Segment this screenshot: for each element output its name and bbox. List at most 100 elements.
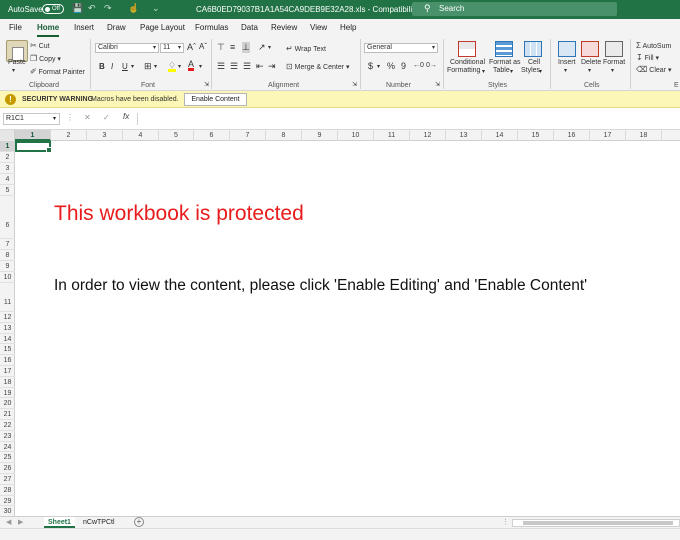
- font-name-select[interactable]: Calibri ▾: [95, 43, 159, 53]
- format-as-table-icon[interactable]: [495, 41, 513, 57]
- row-header[interactable]: 11: [0, 283, 15, 312]
- format-cells-label[interactable]: Format: [603, 59, 625, 66]
- cancel-icon[interactable]: ✕: [84, 113, 91, 122]
- tab-data[interactable]: Data: [241, 23, 258, 32]
- conditional-formatting-chevron-icon[interactable]: ▾: [482, 68, 485, 75]
- format-as-table-label-2[interactable]: Table: [493, 67, 510, 74]
- align-bottom-icon[interactable]: ⊥: [242, 42, 250, 53]
- copy-button[interactable]: ❐ Copy ▾: [30, 54, 61, 63]
- italic-button[interactable]: I: [111, 62, 113, 71]
- bold-button[interactable]: B: [99, 62, 105, 71]
- percent-button[interactable]: %: [387, 61, 395, 71]
- autosave-toggle[interactable]: Off: [42, 4, 64, 14]
- format-as-table-label-1[interactable]: Format as: [489, 59, 521, 66]
- add-sheet-icon[interactable]: +: [134, 517, 144, 527]
- currency-button[interactable]: $: [368, 61, 373, 71]
- orientation-icon[interactable]: ↗: [258, 42, 266, 53]
- column-header[interactable]: 9: [302, 130, 338, 141]
- customize-qat-icon[interactable]: ⌄: [152, 3, 160, 14]
- align-top-icon[interactable]: ⊤: [217, 42, 225, 53]
- align-center-icon[interactable]: ☰: [230, 61, 238, 72]
- fill-color-chevron-icon[interactable]: ▾: [178, 63, 181, 70]
- row-header[interactable]: 10: [0, 272, 15, 283]
- column-header[interactable]: 4: [123, 130, 159, 141]
- row-header[interactable]: 29: [0, 496, 15, 507]
- row-header[interactable]: 18: [0, 377, 15, 388]
- row-header[interactable]: 4: [0, 174, 15, 185]
- scrollbar-thumb[interactable]: [523, 521, 673, 525]
- row-header[interactable]: 9: [0, 261, 15, 272]
- increase-decimal-icon[interactable]: ←0: [413, 62, 424, 69]
- align-right-icon[interactable]: ☰: [243, 61, 251, 72]
- column-header[interactable]: 16: [554, 130, 590, 141]
- row-header[interactable]: 20: [0, 398, 15, 410]
- column-header[interactable]: 3: [87, 130, 123, 141]
- column-header[interactable]: 17: [590, 130, 626, 141]
- undo-icon[interactable]: ↶: [88, 3, 96, 14]
- column-header[interactable]: 5: [159, 130, 194, 141]
- delete-cells-icon[interactable]: [581, 41, 599, 57]
- insert-cells-icon[interactable]: [558, 41, 576, 57]
- row-header[interactable]: 30: [0, 506, 15, 516]
- row-header[interactable]: 24: [0, 442, 15, 453]
- column-header[interactable]: 12: [410, 130, 446, 141]
- row-header[interactable]: 19: [0, 388, 15, 399]
- row-header[interactable]: 17: [0, 366, 15, 377]
- alignment-dialog-launcher-icon[interactable]: ⇲: [352, 81, 357, 88]
- fill-color-icon[interactable]: ♢: [168, 61, 177, 72]
- borders-chevron-icon[interactable]: ▾: [154, 63, 157, 70]
- underline-button[interactable]: U: [122, 62, 128, 71]
- align-left-icon[interactable]: ☰: [217, 61, 225, 72]
- tab-insert[interactable]: Insert: [74, 23, 94, 32]
- row-header[interactable]: 23: [0, 431, 15, 442]
- column-header[interactable]: 1: [15, 130, 51, 141]
- row-header[interactable]: 3: [0, 163, 15, 174]
- conditional-formatting-label-2[interactable]: Formatting: [447, 67, 480, 74]
- prev-sheet-icon[interactable]: ◀: [6, 518, 11, 526]
- tab-draw[interactable]: Draw: [107, 23, 126, 32]
- row-header[interactable]: 21: [0, 409, 15, 420]
- cell-styles-chevron-icon[interactable]: ▾: [539, 68, 542, 75]
- column-header[interactable]: 11: [374, 130, 410, 141]
- font-dialog-launcher-icon[interactable]: ⇲: [204, 81, 209, 88]
- column-header[interactable]: 8: [266, 130, 302, 141]
- cell-styles-label-2[interactable]: Styles: [521, 67, 540, 74]
- name-box[interactable]: R1C1 ▾: [3, 113, 60, 125]
- row-header[interactable]: 14: [0, 334, 15, 345]
- conditional-formatting-icon[interactable]: [458, 41, 476, 57]
- column-header[interactable]: 10: [338, 130, 374, 141]
- conditional-formatting-label-1[interactable]: Conditional: [450, 59, 485, 66]
- decrease-decimal-icon[interactable]: 0→: [426, 62, 437, 69]
- column-header[interactable]: 2: [51, 130, 87, 141]
- increase-indent-icon[interactable]: ⇥: [268, 61, 276, 72]
- delete-cells-chevron-icon[interactable]: ▾: [588, 67, 591, 74]
- formula-input[interactable]: [137, 113, 680, 125]
- row-header[interactable]: 15: [0, 344, 15, 356]
- cell-styles-icon[interactable]: [524, 41, 542, 57]
- row-header[interactable]: 7: [0, 239, 15, 250]
- fill-button[interactable]: ↧ Fill ▾: [636, 53, 659, 62]
- column-header[interactable]: 14: [482, 130, 518, 141]
- next-sheet-icon[interactable]: ▶: [18, 518, 23, 526]
- name-box-chevron-icon[interactable]: ▾: [53, 114, 56, 124]
- merge-center-button[interactable]: ⊡ Merge & Center ▾: [286, 62, 350, 71]
- insert-cells-label[interactable]: Insert: [558, 59, 576, 66]
- enter-icon[interactable]: ✓: [103, 113, 110, 122]
- cell-styles-label-1[interactable]: Cell: [528, 59, 540, 66]
- row-header[interactable]: 27: [0, 474, 15, 485]
- font-color-chevron-icon[interactable]: ▾: [199, 63, 202, 70]
- active-cell[interactable]: [15, 141, 52, 153]
- tab-home[interactable]: Home: [37, 23, 60, 37]
- comma-style-button[interactable]: 9: [401, 61, 406, 71]
- row-header[interactable]: 8: [0, 250, 15, 261]
- tab-file[interactable]: File: [9, 23, 22, 32]
- column-header[interactable]: 18: [626, 130, 662, 141]
- redo-icon[interactable]: ↷: [104, 3, 112, 14]
- format-painter-button[interactable]: ✐ Format Painter: [30, 67, 85, 76]
- tab-view[interactable]: View: [310, 23, 327, 32]
- sheet-tab-ncwtpctl[interactable]: nCwTPCtl: [79, 517, 119, 528]
- column-header[interactable]: 6: [194, 130, 230, 141]
- currency-chevron-icon[interactable]: ▾: [377, 63, 380, 70]
- align-middle-icon[interactable]: ≡: [230, 42, 235, 52]
- format-as-table-chevron-icon[interactable]: ▾: [510, 68, 513, 75]
